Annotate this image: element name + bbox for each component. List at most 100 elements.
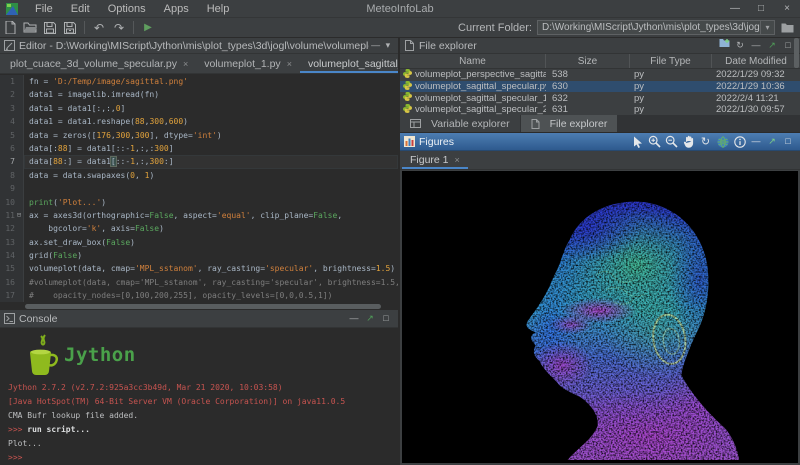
open-file-button[interactable] [21,20,39,36]
zoom-in-tool-button[interactable] [646,134,663,149]
save-button[interactable] [41,20,59,36]
redo-button[interactable]: ↷ [110,20,128,36]
console-line: [Java HotSpot(TM) 64-Bit Server VM (Orac… [0,395,398,409]
file-size-cell: 631 [546,104,630,115]
dock-tab-variable-explorer[interactable]: Variable explorer [400,115,520,132]
gutter-cell: 7 [0,155,24,168]
undo-button[interactable]: ↶ [90,20,108,36]
code-line: 2data1 = imagelib.imread(fn) [0,88,398,101]
console-maximize-button[interactable]: □ [378,311,394,326]
dock-tab-label: Variable explorer [431,118,510,130]
code-line: 16#volumeplot(data, cmap='MPL_sstanom', … [0,276,398,289]
code-line: 6data[:88] = data1[::-1,:,:300] [0,142,398,155]
gutter-cell: 4 [0,115,24,128]
column-header-date-modified[interactable]: Date Modified [712,54,800,68]
fold-marker-icon[interactable]: ⊟ [15,209,23,222]
gutter-cell: 6 [0,142,24,155]
figures-float-button[interactable]: ↗ [764,134,780,149]
editor-tab-0[interactable]: plot_cuace_3d_volume_specular.py× [2,54,196,73]
code-text: data1 = imagelib.imread(fn) [24,88,398,101]
chevron-down-icon[interactable]: ▾ [760,21,774,34]
code-text: grid(False) [24,249,398,262]
pan-tool-button[interactable] [680,134,697,149]
code-text: bgcolor='k', axis=False) [24,222,398,235]
line-number: 9 [0,182,15,195]
console-output[interactable]: Jython Jython 2.7.2 (v2.7.2:925a3cc3b49d… [0,329,398,465]
fold-spacer [15,88,23,101]
line-number: 8 [0,169,15,182]
editor-minimize-button[interactable]: — [369,38,381,53]
column-header-name[interactable]: Name [400,54,546,68]
file-name: volumeplot_sagittal_specular_2.py [415,104,546,115]
code-line: 15volumeplot(data, cmap='MPL_sstanom', r… [0,262,398,275]
table-row[interactable]: volumeplot_sagittal_specular.py630py2022… [400,81,800,93]
menu-help[interactable]: Help [198,3,239,15]
explorer-float-button[interactable]: ↗ [764,38,780,53]
figures-minimize-button[interactable]: — [748,134,764,149]
menu-file[interactable]: File [26,3,62,15]
console-float-button[interactable]: ↗ [362,311,378,326]
current-folder-combobox[interactable]: D:\Working\MIScript\Jython\mis\plot_type… [537,20,775,35]
gutter-cell: 2 [0,88,24,101]
zoom-out-tool-button[interactable] [663,134,680,149]
refresh-icon[interactable]: ↻ [732,38,748,53]
console-lines: Jython 2.7.2 (v2.7.2:925a3cc3b49d, Mar 2… [0,381,398,465]
explorer-scrollbar[interactable] [794,38,799,84]
code-text: print('Plot...') [24,196,398,209]
browse-folder-button[interactable] [778,20,796,36]
menu-apps[interactable]: Apps [155,3,198,15]
console-text: Plot... [8,439,42,448]
gutter-cell: 15 [0,262,24,275]
jython-logo-text: Jython [64,344,136,366]
file-size-cell: 630 [546,81,630,92]
window-maximize-button[interactable]: □ [748,0,774,17]
current-folder-label: Current Folder: [458,22,532,34]
run-script-button[interactable]: ▶ [139,20,157,36]
code-line: 7data[88:] = data1[::-1,:,300:] [0,155,398,168]
info-tool-button[interactable] [731,134,748,149]
rotate-tool-button[interactable]: ↻ [697,134,714,149]
window-close-button[interactable]: × [774,0,800,17]
figures-maximize-button[interactable]: □ [780,134,796,149]
file-date-cell: 2022/2/4 11:21 [712,93,800,104]
column-header-size[interactable]: Size [546,54,630,68]
code-text: ax.set_draw_box(False) [24,236,398,249]
current-folder-value[interactable]: D:\Working\MIScript\Jython\mis\plot_type… [538,22,760,33]
console-minimize-button[interactable]: — [346,311,362,326]
gutter-cell: 9 [0,182,24,195]
editor-horizontal-scrollbar[interactable] [25,304,392,309]
line-number: 13 [0,236,15,249]
dock-tab-file-explorer[interactable]: File explorer [521,115,618,132]
save-as-button[interactable] [61,20,79,36]
menu-edit[interactable]: Edit [62,3,99,15]
explorer-minimize-button[interactable]: — [748,38,764,53]
column-header-file-type[interactable]: File Type [630,54,712,68]
console-text: run script... [27,425,90,434]
table-row[interactable]: volumeplot_sagittal_specular_2.py631py20… [400,104,800,116]
jython-logo-icon [26,333,60,377]
close-tab-icon[interactable]: × [183,59,188,69]
figure-tab-0[interactable]: Figure 1× [402,151,468,169]
console-line: Plot... [0,437,398,451]
globe-tool-button[interactable] [714,134,731,149]
window-minimize-button[interactable]: — [722,0,748,17]
pointer-tool-button[interactable] [629,134,646,149]
console-prompt: >>> [8,425,27,434]
table-row[interactable]: volumeplot_perspective_sagittal_sp...538… [400,69,800,81]
table-row[interactable]: volumeplot_sagittal_specular_1.py632py20… [400,92,800,104]
editor-tab-1[interactable]: volumeplot_1.py× [196,54,300,73]
new-folder-button[interactable] [716,38,732,53]
close-tab-icon[interactable]: × [455,155,460,165]
file-table-header[interactable]: NameSizeFile TypeDate Modified [400,54,800,69]
code-line: 14grid(False) [0,249,398,262]
new-file-button[interactable] [1,20,19,36]
line-number: 4 [0,115,15,128]
editor-menu-button[interactable]: ▾ [382,38,394,53]
code-line: 11⊟ax = axes3d(orthographic=False, aspec… [0,209,398,222]
menu-options[interactable]: Options [99,3,155,15]
fold-spacer [15,155,23,168]
code-editor[interactable]: 1fn = 'D:/Temp/image/sagittal.png'2data1… [0,75,398,302]
fold-spacer [15,236,23,249]
close-tab-icon[interactable]: × [287,59,292,69]
figure-canvas[interactable] [402,171,798,463]
